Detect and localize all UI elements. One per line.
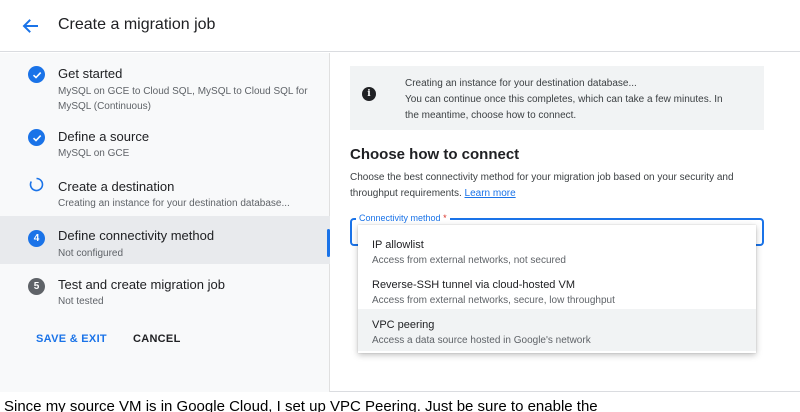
connectivity-method-label: Connectivity method *: [356, 213, 450, 223]
step-subtitle: Not tested: [58, 296, 104, 307]
info-text-line: the meantime, choose how to connect.: [405, 110, 577, 121]
section-heading: Choose how to connect: [350, 146, 520, 163]
step-define-connectivity[interactable]: 4 Define connectivity method Not configu…: [0, 216, 330, 264]
field-label-text: Connectivity method: [359, 213, 441, 223]
learn-more-link[interactable]: Learn more: [465, 188, 516, 199]
step-get-started[interactable]: Get started MySQL on GCE to Cloud SQL, M…: [0, 53, 330, 115]
page-title: Create a migration job: [58, 16, 216, 33]
form-actions: SAVE & EXIT CANCEL: [36, 333, 181, 345]
step-label: Define a source: [58, 129, 150, 144]
info-icon: i: [362, 87, 376, 101]
step-define-source[interactable]: Define a source MySQL on GCE: [0, 121, 330, 161]
option-vpc-peering[interactable]: VPC peering Access a data source hosted …: [358, 309, 756, 351]
arrow-back-icon: [22, 19, 38, 33]
step-create-destination[interactable]: Create a destination Creating an instanc…: [0, 169, 330, 213]
step-number-badge: 4: [28, 230, 45, 247]
step-subtitle: MySQL on GCE: [58, 148, 130, 159]
step-label: Get started: [58, 66, 123, 81]
option-description: Access from external networks, not secur…: [372, 255, 566, 266]
option-description: Access from external networks, secure, l…: [372, 295, 615, 306]
step-test-create[interactable]: 5 Test and create migration job Not test…: [0, 271, 330, 311]
progress-spinner-icon: [28, 176, 45, 193]
option-reverse-ssh[interactable]: Reverse-SSH tunnel via cloud-hosted VM A…: [358, 269, 756, 311]
check-circle-icon: [28, 129, 45, 146]
save-exit-button[interactable]: SAVE & EXIT: [36, 333, 107, 345]
option-title: Reverse-SSH tunnel via cloud-hosted VM: [372, 279, 575, 291]
required-marker: *: [443, 213, 447, 223]
step-subtitle: MySQL on GCE to Cloud SQL, MySQL to Clou…: [58, 86, 308, 112]
check-circle-icon: [28, 66, 45, 83]
page-header: Create a migration job: [0, 0, 800, 52]
info-banner: i Creating an instance for your destinat…: [350, 66, 764, 130]
active-step-indicator: [327, 229, 330, 257]
step-subtitle: Not configured: [58, 248, 124, 259]
info-text-line: Creating an instance for your destinatio…: [405, 78, 637, 89]
step-label: Test and create migration job: [58, 277, 225, 292]
caption-text: Since my source VM is in Google Cloud, I…: [4, 398, 598, 412]
option-title: VPC peering: [372, 319, 435, 331]
description-text: Choose the best connectivity method for …: [350, 172, 734, 199]
step-number-badge: 5: [28, 278, 45, 295]
step-label: Define connectivity method: [58, 228, 215, 243]
info-text-line: You can continue once this completes, wh…: [405, 94, 723, 105]
connectivity-options-menu: IP allowlist Access from external networ…: [358, 225, 756, 353]
step-label: Create a destination: [58, 179, 175, 194]
option-ip-allowlist[interactable]: IP allowlist Access from external networ…: [358, 229, 756, 271]
cancel-button[interactable]: CANCEL: [133, 333, 181, 345]
option-title: IP allowlist: [372, 239, 424, 251]
step-subtitle: Creating an instance for your destinatio…: [58, 198, 290, 209]
migration-job-window: Create a migration job Get started MySQL…: [0, 0, 800, 392]
section-description: Choose the best connectivity method for …: [350, 170, 770, 202]
back-button[interactable]: [18, 14, 42, 38]
option-description: Access a data source hosted in Google's …: [372, 335, 591, 346]
